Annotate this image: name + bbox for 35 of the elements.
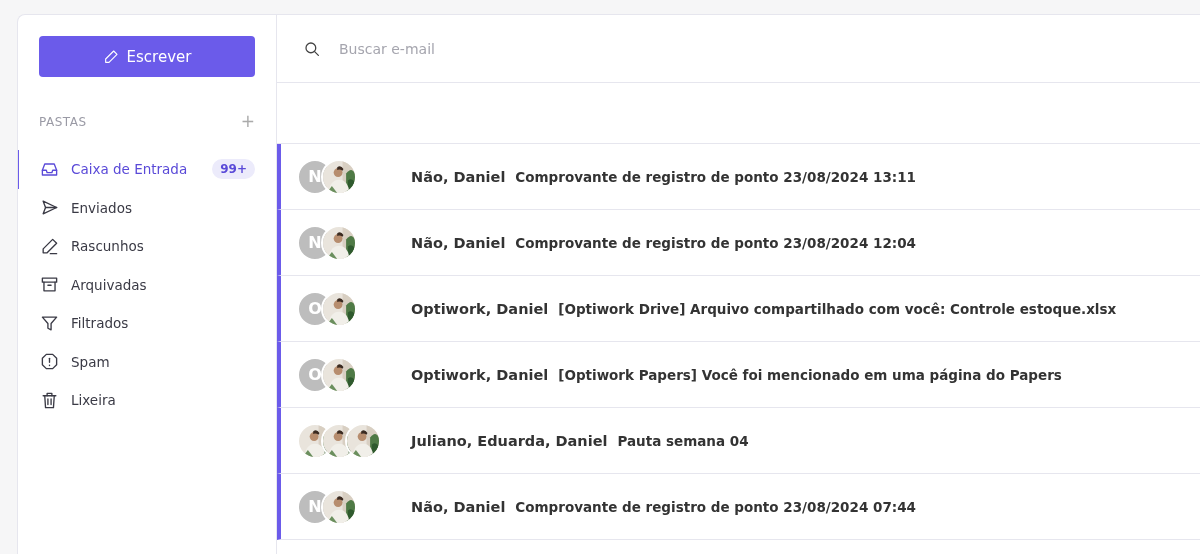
email-subject: [Optiwork Papers] Você foi mencionado em uma página do Papers: [558, 366, 1062, 383]
message-row[interactable]: N Não, Daniel Comprovante de registro de ponto 23/08/2024 12:04: [277, 210, 1200, 276]
folder-item[interactable]: Lixeira: [18, 381, 276, 420]
email-subject: Comprovante de registro de ponto 23/08/2024 13:11: [515, 168, 916, 185]
message-row[interactable]: N Não, Daniel Comprovante de registro de ponto 23/08/2024 13:11: [277, 144, 1200, 210]
sender-names: Optiwork, Daniel: [411, 300, 549, 317]
search-icon: [303, 39, 321, 58]
warning-icon: [40, 352, 59, 372]
folder-item[interactable]: Enviados: [18, 188, 276, 227]
email-subject: [Optiwork Drive] Arquivo compartilhado com você: Controle estoque.xlsx: [558, 300, 1117, 317]
trash-icon: [40, 390, 59, 410]
message-row[interactable]: O Optiwork, Daniel [Optiwork Papers] Você foi mencionado em uma página do Papers: [277, 342, 1200, 408]
unread-count: 99+: [212, 159, 255, 180]
pencil-icon: [40, 236, 59, 256]
filter-icon: [40, 313, 59, 333]
message-row[interactable]: N Não, Daniel Comprovante de registro de ponto 23/08/2024 07:44: [277, 474, 1200, 540]
email-subject: Pauta semana 04: [617, 432, 749, 449]
compose-button[interactable]: Escrever: [39, 36, 255, 77]
message-row[interactable]: Juliano, Eduarda, Daniel Pauta semana 04: [277, 408, 1200, 474]
section-title: PASTAS: [39, 114, 87, 129]
folder-item[interactable]: Arquivadas: [18, 265, 276, 304]
email-subject: Comprovante de registro de ponto 23/08/2024 12:04: [515, 234, 916, 251]
folder-item[interactable]: Spam: [18, 342, 276, 381]
sender-names: Não, Daniel: [411, 168, 506, 185]
pencil-icon: [102, 48, 119, 65]
message-row[interactable]: O Optiwork, Daniel [Optiwork Drive] Arquivo compartilhado com você: Controle estoque.xlsx: [277, 276, 1200, 342]
sender-names: Não, Daniel: [411, 234, 506, 251]
folder-item[interactable]: Caixa de Entrada 99+: [18, 150, 276, 189]
folder-item[interactable]: Rascunhos: [18, 227, 276, 266]
sender-names: Juliano, Eduarda, Daniel: [411, 432, 608, 449]
sender-names: Não, Daniel: [411, 498, 506, 515]
folder-item[interactable]: Filtrados: [18, 304, 276, 343]
email-subject: Comprovante de registro de ponto 23/08/2024 07:44: [515, 498, 916, 515]
sender-names: Optiwork, Daniel: [411, 366, 549, 383]
archive-icon: [40, 275, 59, 295]
